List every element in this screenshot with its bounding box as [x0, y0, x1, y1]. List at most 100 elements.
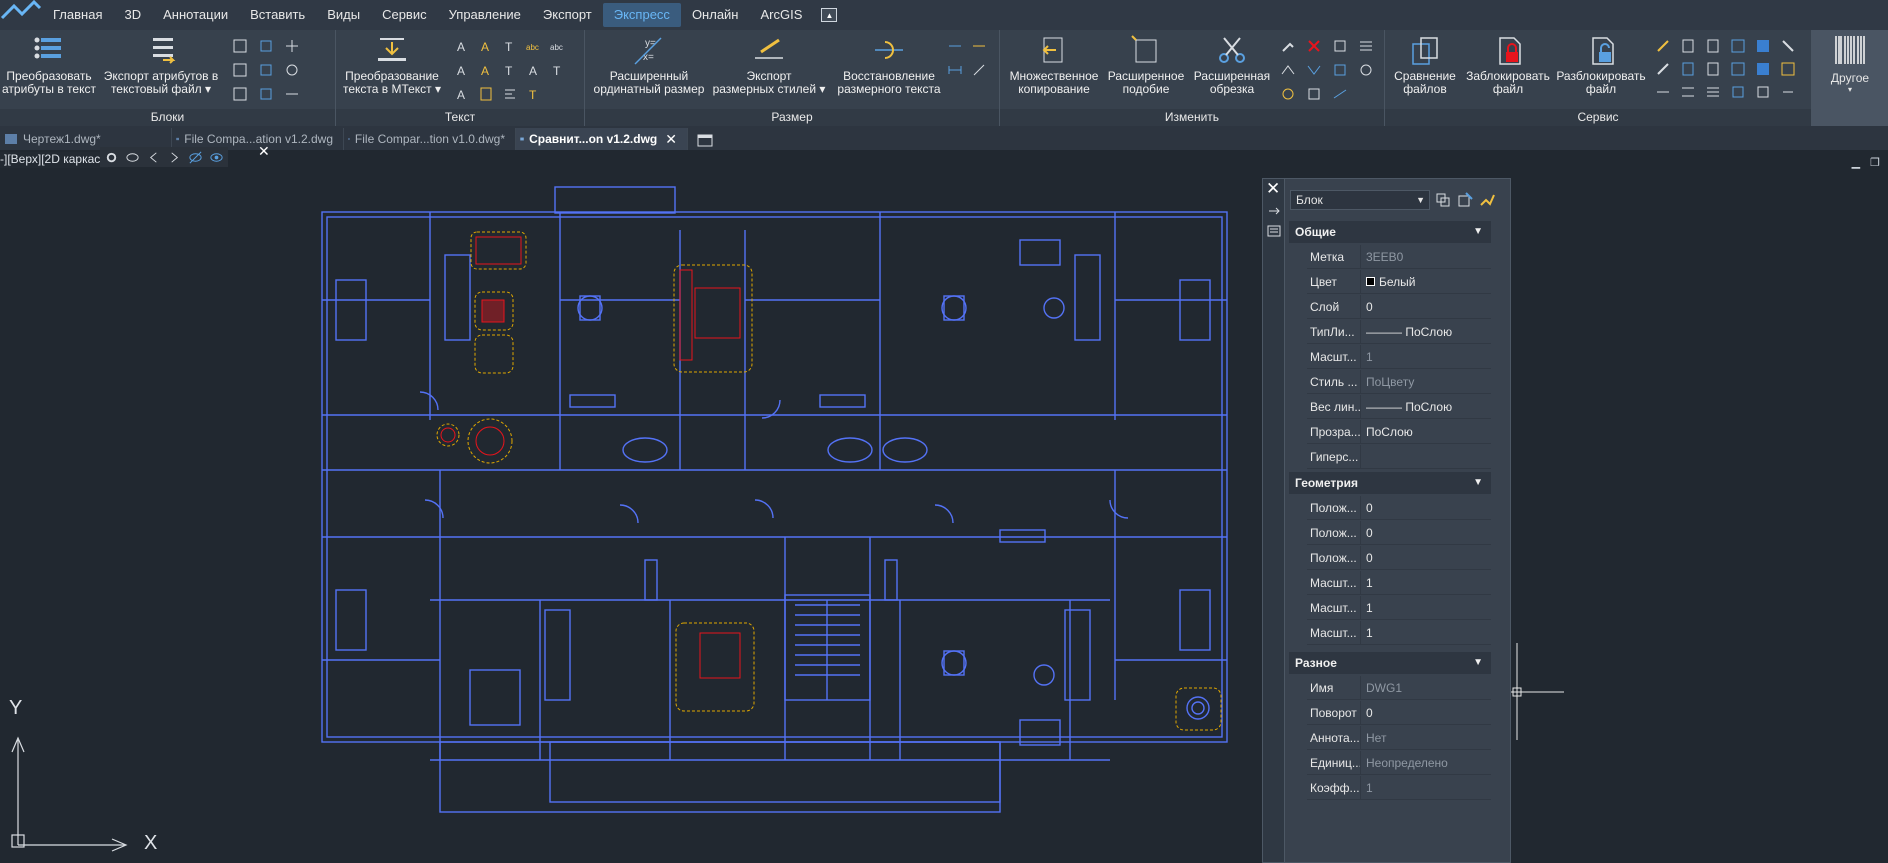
- quick-select-icon[interactable]: [1478, 191, 1496, 209]
- menu-express[interactable]: Экспресс: [602, 3, 681, 27]
- section-misc[interactable]: Разное ▼: [1289, 652, 1491, 674]
- modify-tool-icon[interactable]: [1332, 62, 1348, 78]
- convert-attributes-button[interactable]: Преобразовать атрибуты в текст: [0, 34, 98, 96]
- menu-views[interactable]: Виды: [316, 3, 371, 27]
- hide-icon[interactable]: [188, 150, 203, 165]
- prop-row[interactable]: Вес лин... ——— ПоСлою: [1307, 395, 1491, 419]
- service-tool-icon[interactable]: [1755, 61, 1771, 77]
- arrow-left-icon[interactable]: [146, 150, 161, 165]
- text-tool-icon[interactable]: [502, 86, 518, 102]
- modify-tool-icon[interactable]: [1306, 86, 1322, 102]
- brush-icon[interactable]: [1280, 38, 1296, 54]
- text-tool-icon[interactable]: T: [550, 62, 566, 78]
- block-tool-icon[interactable]: [284, 38, 300, 54]
- prop-row[interactable]: Метка 3EEB0: [1307, 245, 1491, 269]
- properties-menu-icon[interactable]: [1267, 225, 1281, 237]
- close-icon[interactable]: ✕: [258, 143, 270, 160]
- multiple-copy-button[interactable]: Множественное копирование: [1006, 34, 1102, 96]
- text-tool-icon[interactable]: A: [526, 62, 542, 78]
- tab-close-icon[interactable]: ✕: [665, 131, 677, 148]
- prop-row[interactable]: Масшт... 1: [1307, 596, 1491, 620]
- menu-manage[interactable]: Управление: [438, 3, 532, 27]
- block-tool-icon[interactable]: [232, 62, 248, 78]
- convert-to-mtext-button[interactable]: Преобразование текста в MТекст ▾: [342, 34, 442, 96]
- service-tool-icon[interactable]: [1680, 38, 1696, 54]
- menu-3d[interactable]: 3D: [113, 3, 152, 27]
- menu-online[interactable]: Онлайн: [681, 3, 750, 27]
- text-tool-icon[interactable]: abc: [526, 38, 542, 54]
- restore-dimtext-button[interactable]: Восстановление размерного текста: [831, 34, 947, 96]
- menu-home[interactable]: Главная: [42, 3, 113, 27]
- service-tool-icon[interactable]: [1680, 84, 1696, 100]
- prop-row[interactable]: ТипЛи... ——— ПоСлою: [1307, 320, 1491, 344]
- text-tool-icon[interactable]: T: [502, 38, 518, 54]
- arrow-right-icon[interactable]: [167, 150, 182, 165]
- service-tool-icon[interactable]: [1655, 61, 1671, 77]
- pdf-icon[interactable]: [1755, 38, 1771, 54]
- show-icon[interactable]: [209, 150, 224, 165]
- text-tool-icon[interactable]: A: [454, 62, 470, 78]
- extended-scale-button[interactable]: Расширенное подобие: [1104, 34, 1188, 96]
- section-general[interactable]: Общие ▼: [1289, 221, 1491, 243]
- service-tool-icon[interactable]: [1730, 84, 1746, 100]
- prop-row[interactable]: Слой 0: [1307, 295, 1491, 319]
- prop-row[interactable]: Полож... 0: [1307, 496, 1491, 520]
- delete-icon[interactable]: [1306, 38, 1322, 54]
- menu-arcgis[interactable]: ArcGIS: [750, 3, 814, 27]
- block-tool-icon[interactable]: [284, 62, 300, 78]
- menu-annotations[interactable]: Аннотации: [152, 3, 239, 27]
- prop-row[interactable]: Прозра... ПоСлою: [1307, 420, 1491, 444]
- menu-insert[interactable]: Вставить: [239, 3, 316, 27]
- viewport-controls[interactable]: -][Верх][2D каркас: [0, 152, 109, 168]
- prop-row[interactable]: Полож... 0: [1307, 546, 1491, 570]
- service-tool-icon[interactable]: [1655, 84, 1671, 100]
- block-tool-icon[interactable]: [258, 86, 274, 102]
- service-tool-icon[interactable]: [1680, 61, 1696, 77]
- service-tool-icon[interactable]: [1780, 84, 1796, 100]
- restore-icon[interactable]: ❐: [1870, 156, 1880, 169]
- text-tool-icon[interactable]: T: [526, 86, 542, 102]
- new-tab-button[interactable]: [694, 130, 716, 150]
- modify-tool-icon[interactable]: [1358, 62, 1374, 78]
- dim-tool-icon[interactable]: [947, 62, 963, 78]
- service-tool-icon[interactable]: [1730, 38, 1746, 54]
- service-tool-icon[interactable]: [1705, 61, 1721, 77]
- tab-comparison-v12[interactable]: Сравнит...on v1.2.dwg ✕: [516, 128, 688, 150]
- lock-file-button[interactable]: Заблокировать файл: [1463, 34, 1553, 96]
- export-dimstyles-button[interactable]: Экспорт размерных стилей ▾: [711, 34, 827, 96]
- prop-row[interactable]: Коэфф... 1: [1307, 776, 1491, 800]
- dim-tool-icon[interactable]: [971, 38, 987, 54]
- settings-icon[interactable]: [104, 150, 119, 165]
- compare-files-button[interactable]: Сравнение файлов: [1387, 34, 1463, 96]
- extended-ordinate-button[interactable]: y= x= Расширенный ординатный размер: [591, 34, 707, 96]
- block-tool-icon[interactable]: [284, 86, 300, 102]
- block-tool-icon[interactable]: [258, 38, 274, 54]
- other-button[interactable]: Другое ▾: [1812, 30, 1888, 126]
- section-geometry[interactable]: Геометрия ▼: [1289, 472, 1491, 494]
- ribbon-collapse-button[interactable]: ▲: [821, 8, 838, 22]
- prop-row[interactable]: Масшт... 1: [1307, 621, 1491, 645]
- modify-tool-icon[interactable]: [1280, 86, 1296, 102]
- list-icon[interactable]: [1358, 38, 1374, 54]
- app-logo-icon[interactable]: [0, 0, 42, 30]
- prop-row[interactable]: Единиц... Неопределено: [1307, 751, 1491, 775]
- service-tool-icon[interactable]: [1705, 38, 1721, 54]
- text-tool-icon[interactable]: abc: [550, 38, 566, 54]
- modify-tool-icon[interactable]: [1332, 86, 1348, 102]
- block-tool-icon[interactable]: [258, 62, 274, 78]
- text-tool-icon[interactable]: A: [478, 38, 494, 54]
- service-tool-icon[interactable]: [1780, 38, 1796, 54]
- eye-icon[interactable]: [125, 150, 140, 165]
- prop-row[interactable]: Масшт... 1: [1307, 571, 1491, 595]
- modify-tool-icon[interactable]: [1306, 62, 1322, 78]
- toggle-pickadd-icon[interactable]: [1434, 191, 1452, 209]
- text-tool-icon[interactable]: A: [454, 38, 470, 54]
- prop-row[interactable]: Гиперс...: [1307, 445, 1491, 469]
- prop-row[interactable]: Поворот 0: [1307, 701, 1491, 725]
- block-tool-icon[interactable]: [232, 86, 248, 102]
- tab-file-comparation-v10[interactable]: File Compar...tion v1.0.dwg*: [344, 128, 516, 150]
- service-tool-icon[interactable]: [1730, 61, 1746, 77]
- text-tool-icon[interactable]: A: [478, 62, 494, 78]
- service-tool-icon[interactable]: [1705, 84, 1721, 100]
- service-tool-icon[interactable]: [1780, 61, 1796, 77]
